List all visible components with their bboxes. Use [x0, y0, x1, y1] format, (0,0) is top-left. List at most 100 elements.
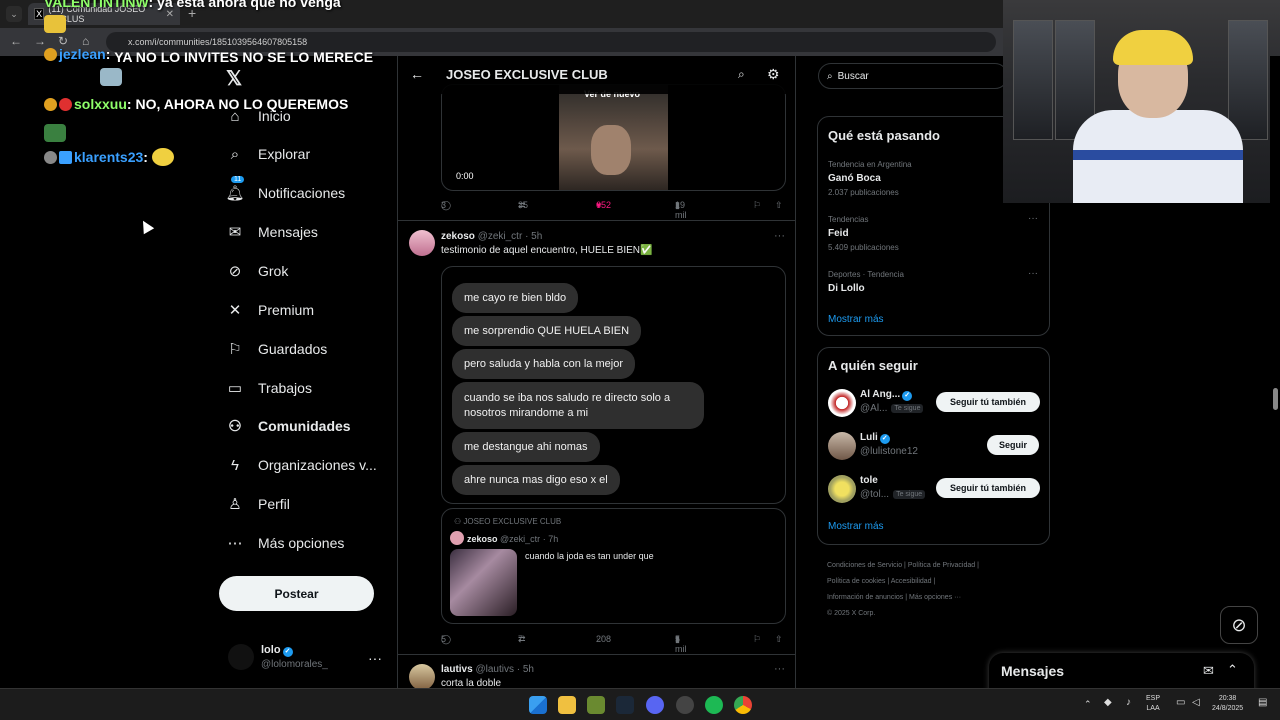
lightning-icon: ϟ: [231, 456, 239, 474]
account-name-row: lolo ✓: [261, 644, 293, 657]
chrome-icon[interactable]: [734, 696, 752, 714]
app-icon[interactable]: [587, 696, 605, 714]
footer-link[interactable]: Más opciones ···: [909, 594, 961, 601]
avatar[interactable]: [409, 664, 435, 688]
verified-icon: ✓: [879, 434, 890, 444]
sidebar-item-notificaciones[interactable]: 🔔︎ 11 Notificaciones: [225, 176, 345, 208]
follow-button[interactable]: Seguir: [987, 435, 1039, 455]
trend-name[interactable]: Feid: [828, 228, 849, 239]
notification-icon[interactable]: ▤: [1258, 698, 1267, 708]
follow-name-row: Luli ✓: [860, 432, 890, 444]
post-button[interactable]: Postear: [219, 576, 374, 611]
footer-link[interactable]: Política de cookies: [827, 578, 885, 585]
x-logo-icon[interactable]: 𝕏: [226, 66, 242, 91]
account-switcher[interactable]: lolo ✓ @lolomorales_ ···: [228, 642, 388, 678]
more-icon[interactable]: ···: [368, 650, 382, 666]
trend-name[interactable]: Ganó Boca: [828, 173, 881, 184]
follow-name[interactable]: Al Ang...: [860, 389, 900, 400]
video-player[interactable]: Ver de nuevo 0:00: [441, 84, 786, 191]
main-timeline[interactable]: ← JOSEO EXCLUSIVE CLUB ⌕ ⚙ Ver de nuevo …: [397, 56, 796, 688]
page-title: JOSEO EXCLUSIVE CLUB: [446, 67, 608, 82]
footer-link[interactable]: Política de Privacidad: [908, 562, 975, 569]
scrollbar-thumb[interactable]: [1273, 388, 1278, 410]
person-icon: ♙: [228, 496, 242, 513]
quote-author: zekoso: [467, 534, 498, 544]
chevron-up-icon[interactable]: ⌃: [1227, 662, 1238, 678]
sidebar-item-label: Explorar: [258, 146, 311, 162]
avatar[interactable]: [409, 230, 435, 256]
bookmark-icon: ⚐: [753, 634, 762, 644]
trend-more-icon[interactable]: ···: [1028, 268, 1038, 279]
chat-bubble: cuando se iba nos saludo re directo solo…: [452, 382, 704, 429]
clock[interactable]: 20:38 24/8/2025: [1212, 694, 1243, 714]
follow-name[interactable]: tole: [860, 475, 878, 486]
tweet-actions: ◯ 5 ⇄ 7 ♡ 208 ▮ 5 mil ⚐ ⇧: [441, 634, 786, 654]
chat-bubble: ahre nunca mas digo eso x el: [452, 465, 620, 495]
new-message-icon[interactable]: ✉: [1203, 663, 1214, 679]
network-icon[interactable]: ▭: [1176, 698, 1185, 708]
file-explorer-icon[interactable]: [558, 696, 576, 714]
tab-close-icon[interactable]: ✕: [166, 9, 174, 20]
trend-more-icon[interactable]: ···: [1028, 213, 1038, 224]
grok-icon[interactable]: ⊘: [1220, 606, 1258, 644]
tweet-author[interactable]: lautivs: [441, 664, 473, 675]
tweet-more-icon[interactable]: ···: [774, 663, 785, 675]
avatar[interactable]: [828, 389, 856, 417]
sidebar-item-perfil[interactable]: ♙ Perfil: [226, 489, 290, 519]
chat-message: jezlean: YA NO LO INVITES NO SE LO MEREC…: [44, 46, 384, 68]
gear-icon[interactable]: ⚙: [767, 66, 780, 83]
tray-chevron-icon[interactable]: ⌃: [1084, 699, 1092, 709]
avatar[interactable]: [828, 432, 856, 460]
badge-icon: [59, 98, 72, 111]
streamer-webcam: [1003, 0, 1280, 203]
chat-user: klarents23: [74, 149, 144, 165]
back-icon[interactable]: ←: [10, 34, 22, 48]
avatar[interactable]: [828, 475, 856, 503]
follow-back-button[interactable]: Seguir tú también: [936, 392, 1040, 412]
show-more-link[interactable]: Mostrar más: [828, 521, 884, 532]
sidebar-item-trabajos[interactable]: ▭ Trabajos: [226, 373, 312, 403]
volume-icon[interactable]: ◁: [1192, 698, 1200, 708]
quote-header: zekoso @zeki_ctr · 7h: [450, 531, 558, 545]
discord-icon[interactable]: [646, 696, 664, 714]
steam-icon[interactable]: [616, 696, 634, 714]
scrollbar[interactable]: [1270, 56, 1280, 688]
language-indicator[interactable]: ESP LAA: [1146, 694, 1160, 714]
sidebar-item-mas-opciones[interactable]: ⋯ Más opciones: [226, 528, 345, 558]
account-name: lolo: [261, 644, 281, 656]
spotify-icon[interactable]: [705, 696, 723, 714]
footer-link[interactable]: Accesibilidad: [891, 578, 932, 585]
sidebar-item-comunidades[interactable]: ⚇ Comunidades: [226, 411, 350, 441]
windows-start-icon[interactable]: [529, 696, 547, 714]
sidebar-item-label: Premium: [258, 302, 315, 318]
quote-time: · 7h: [542, 534, 559, 544]
sidebar-item-label: Perfil: [258, 496, 290, 512]
obs-icon[interactable]: [676, 696, 694, 714]
sidebar-item-explorar[interactable]: ⌕ Explorar: [226, 139, 310, 169]
who-to-follow-panel: A quién seguir Al Ang... ✓ @Al... Te sigue…: [817, 347, 1050, 545]
show-more-link[interactable]: Mostrar más: [828, 314, 884, 325]
sidebar-item-guardados[interactable]: ⚐ Guardados: [226, 334, 327, 364]
sidebar-item-mensajes[interactable]: ✉ Mensajes: [226, 217, 318, 247]
quoted-tweet[interactable]: ⚇ JOSEO EXCLUSIVE CLUB zekoso @zeki_ctr …: [441, 508, 786, 624]
sidebar-item-organizaciones[interactable]: ϟ Organizaciones v...: [226, 450, 377, 480]
quote-community-name: JOSEO EXCLUSIVE CLUB: [463, 517, 562, 526]
search-icon[interactable]: ⌕: [738, 67, 745, 82]
sidebar-item-grok[interactable]: ⊘ Grok: [226, 256, 289, 286]
tab-search-button[interactable]: ⌄: [6, 6, 22, 22]
follow-back-button[interactable]: Seguir tú también: [936, 478, 1040, 498]
footer-link[interactable]: Condiciones de Servicio: [827, 562, 902, 569]
sidebar-item-premium[interactable]: ✕ Premium: [226, 295, 314, 325]
search-input[interactable]: ⌕ Buscar: [818, 63, 1008, 89]
follow-name[interactable]: Luli: [860, 432, 878, 443]
tweet-image[interactable]: me cayo re bien bldo me sorprendio QUE H…: [441, 266, 786, 504]
tray-app-icon[interactable]: ◆: [1104, 698, 1112, 708]
trend-name[interactable]: Di Lollo: [828, 283, 865, 294]
messages-drawer[interactable]: Mensajes ✉ ⌃: [989, 653, 1254, 693]
microphone-icon[interactable]: ♪: [1126, 698, 1131, 708]
back-arrow-icon[interactable]: ←: [410, 66, 424, 82]
quote-handle: @zeki_ctr: [500, 534, 541, 544]
footer-link[interactable]: Información de anuncios: [827, 594, 903, 601]
tweet-author[interactable]: zekoso: [441, 231, 475, 242]
tweet-more-icon[interactable]: ···: [774, 230, 785, 242]
